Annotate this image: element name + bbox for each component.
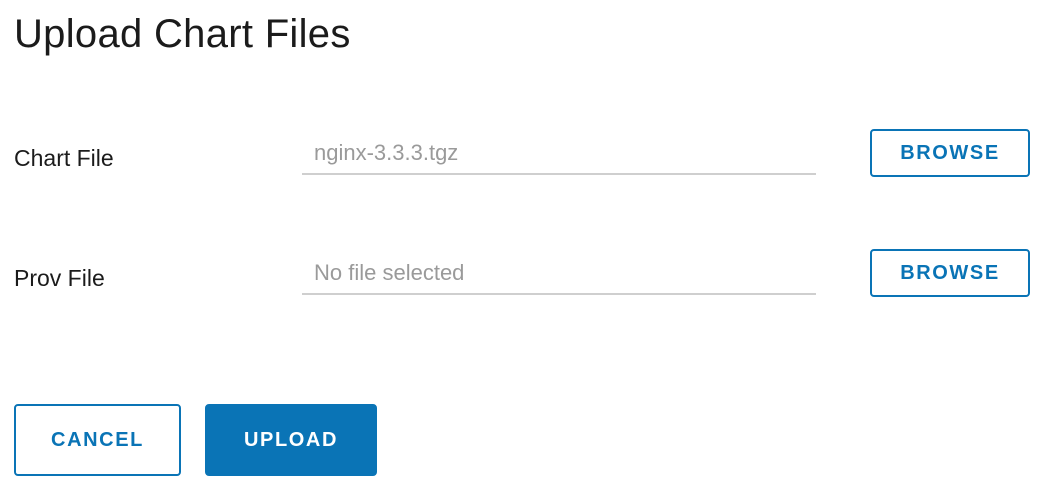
- dialog-title: Upload Chart Files: [14, 12, 351, 56]
- chart-file-name: nginx-3.3.3.tgz: [314, 140, 459, 165]
- chart-file-field[interactable]: nginx-3.3.3.tgz: [302, 137, 816, 175]
- upload-chart-dialog: Upload Chart Files Chart File nginx-3.3.…: [0, 0, 1052, 494]
- chart-file-browse-button[interactable]: BROWSE: [870, 129, 1030, 177]
- chart-file-label: Chart File: [14, 145, 114, 171]
- prov-file-label: Prov File: [14, 265, 105, 291]
- cancel-button[interactable]: CANCEL: [14, 404, 181, 476]
- prov-file-browse-button[interactable]: BROWSE: [870, 249, 1030, 297]
- prov-file-field[interactable]: No file selected: [302, 257, 816, 295]
- prov-file-name: No file selected: [314, 260, 465, 285]
- upload-button[interactable]: UPLOAD: [205, 404, 377, 476]
